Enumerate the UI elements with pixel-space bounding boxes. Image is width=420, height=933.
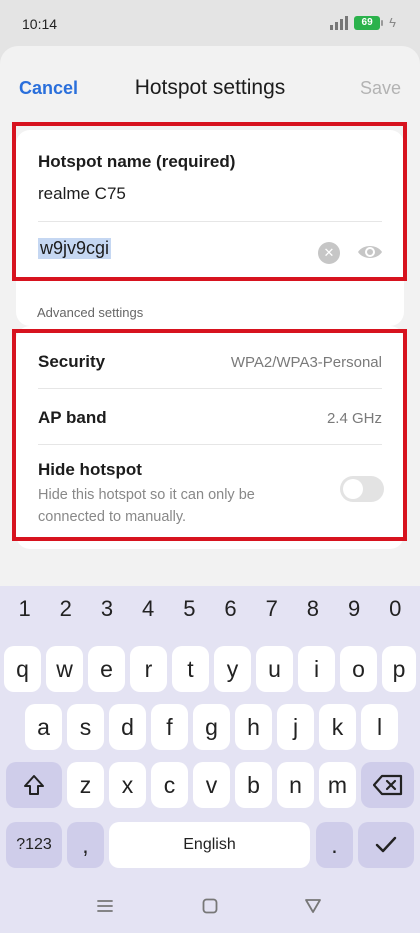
key-u[interactable]: u: [256, 646, 293, 692]
key-r[interactable]: r: [130, 646, 167, 692]
key-4[interactable]: 4: [128, 596, 168, 622]
key-b[interactable]: b: [235, 762, 272, 808]
key-v[interactable]: v: [193, 762, 230, 808]
key-w[interactable]: w: [46, 646, 83, 692]
period-key[interactable]: .: [316, 822, 353, 868]
menu-icon[interactable]: [96, 897, 114, 920]
number-row: 1 2 3 4 5 6 7 8 9 0: [0, 596, 420, 622]
key-y[interactable]: y: [214, 646, 251, 692]
key-c[interactable]: c: [151, 762, 188, 808]
home-icon[interactable]: [201, 897, 219, 920]
key-0[interactable]: 0: [375, 596, 415, 622]
key-z[interactable]: z: [67, 762, 104, 808]
key-i[interactable]: i: [298, 646, 335, 692]
key-o[interactable]: o: [340, 646, 377, 692]
system-navigation-bar: [0, 885, 420, 933]
key-6[interactable]: 6: [211, 596, 251, 622]
key-j[interactable]: j: [277, 704, 314, 750]
save-button[interactable]: Save: [360, 78, 401, 99]
backspace-key[interactable]: [361, 762, 414, 808]
key-q[interactable]: q: [4, 646, 41, 692]
key-h[interactable]: h: [235, 704, 272, 750]
status-time: 10:14: [22, 16, 58, 32]
checkmark-icon: [375, 836, 397, 853]
key-n[interactable]: n: [277, 762, 314, 808]
key-2[interactable]: 2: [46, 596, 86, 622]
shift-icon: [24, 775, 44, 795]
key-a[interactable]: a: [25, 704, 62, 750]
key-m[interactable]: m: [319, 762, 356, 808]
status-bar: 10:14 69 ϟ: [0, 0, 420, 46]
backspace-icon: [372, 774, 402, 796]
key-x[interactable]: x: [109, 762, 146, 808]
battery-icon: 69: [354, 15, 384, 30]
signal-icon: [330, 15, 349, 30]
key-l[interactable]: l: [361, 704, 398, 750]
key-p[interactable]: p: [382, 646, 416, 692]
key-9[interactable]: 9: [334, 596, 374, 622]
key-5[interactable]: 5: [169, 596, 209, 622]
enter-key[interactable]: [358, 822, 414, 868]
highlight-box-advanced: [12, 329, 407, 541]
key-t[interactable]: t: [172, 646, 209, 692]
key-s[interactable]: s: [67, 704, 104, 750]
shift-key[interactable]: [6, 762, 62, 808]
space-key[interactable]: English: [109, 822, 310, 868]
highlight-box-hotspot-name: [12, 122, 407, 281]
key-8[interactable]: 8: [293, 596, 333, 622]
key-g[interactable]: g: [193, 704, 230, 750]
advanced-settings-label: Advanced settings: [37, 305, 144, 320]
charging-icon: ϟ: [389, 15, 396, 30]
key-k[interactable]: k: [319, 704, 356, 750]
key-e[interactable]: e: [88, 646, 125, 692]
status-indicators: 69 ϟ: [330, 15, 396, 30]
comma-key[interactable]: ,: [67, 822, 104, 868]
key-3[interactable]: 3: [87, 596, 127, 622]
key-7[interactable]: 7: [252, 596, 292, 622]
page-title: Hotspot settings: [134, 76, 286, 99]
back-icon[interactable]: [303, 897, 323, 920]
soft-keyboard: 1 2 3 4 5 6 7 8 9 0 q w e r t y u i o p …: [0, 586, 420, 933]
symbols-key[interactable]: ?123: [6, 822, 62, 868]
key-1[interactable]: 1: [5, 596, 45, 622]
battery-level: 69: [361, 17, 373, 28]
key-d[interactable]: d: [109, 704, 146, 750]
key-f[interactable]: f: [151, 704, 188, 750]
sheet-header: Cancel Hotspot settings Save: [0, 46, 420, 130]
